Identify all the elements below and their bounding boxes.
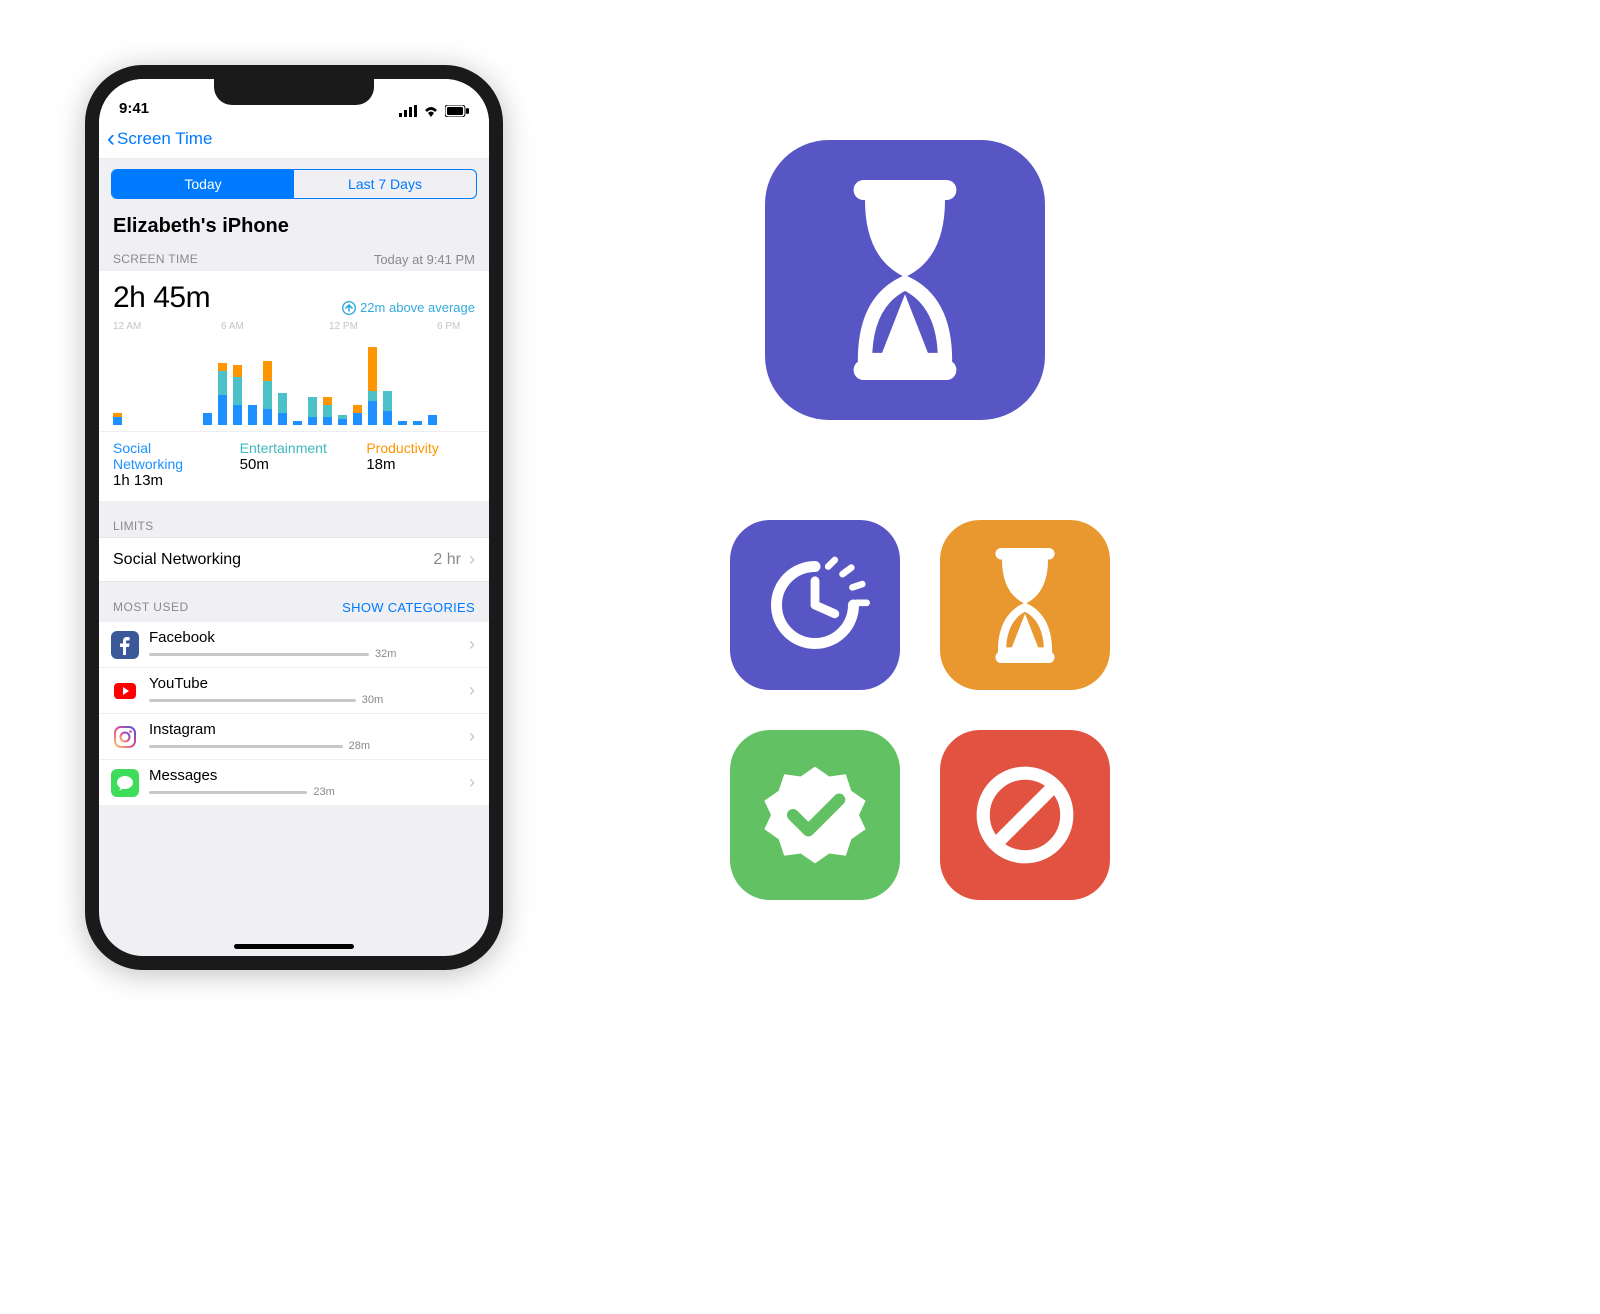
app-time: 23m xyxy=(313,786,334,798)
chart-bar xyxy=(383,391,392,425)
show-categories-button[interactable]: SHOW CATEGORIES xyxy=(342,600,475,615)
app-row[interactable]: YouTube 30m › xyxy=(99,667,489,713)
status-time: 9:41 xyxy=(119,100,149,117)
limit-row-social[interactable]: Social Networking 2 hr › xyxy=(99,537,489,582)
home-indicator[interactable] xyxy=(234,944,354,949)
chart-bar xyxy=(308,397,317,425)
chart-bar xyxy=(263,361,272,425)
total-time: 2h 45m xyxy=(113,281,210,315)
downtime-icon xyxy=(730,520,900,690)
app-usage-bar xyxy=(149,791,307,794)
app-name: YouTube xyxy=(149,675,459,692)
limits-header: LIMITS xyxy=(99,501,489,537)
chart-bar xyxy=(413,421,422,425)
chart-bar xyxy=(398,421,407,425)
app-name: Instagram xyxy=(149,721,459,738)
chart-bar xyxy=(278,393,287,425)
screen-time-header-row: SCREEN TIME Today at 9:41 PM xyxy=(99,246,489,271)
segmented-control: Today Last 7 Days xyxy=(111,169,477,199)
chart-bar xyxy=(113,413,122,425)
wifi-icon xyxy=(423,105,439,117)
chevron-right-icon: › xyxy=(469,634,475,655)
category-productivity: Productivity 18m xyxy=(366,440,475,489)
chevron-right-icon: › xyxy=(469,726,475,747)
chevron-left-icon: ‹ xyxy=(107,127,115,151)
notch xyxy=(214,79,374,105)
category-entertainment: Entertainment 50m xyxy=(240,440,349,489)
youtube-icon xyxy=(111,677,139,705)
app-time: 28m xyxy=(349,740,370,752)
battery-icon xyxy=(445,105,469,117)
app-row[interactable]: Instagram 28m › xyxy=(99,713,489,759)
category-social: Social Networking 1h 13m xyxy=(113,440,222,489)
hour-labels: 12 AM 6 AM 12 PM 6 PM xyxy=(99,319,489,332)
app-time: 32m xyxy=(375,648,396,660)
back-button[interactable]: ‹ Screen Time xyxy=(107,127,212,151)
most-used-header: MOST USED xyxy=(113,600,189,615)
limit-name: Social Networking xyxy=(113,551,241,569)
chart-bar xyxy=(218,363,227,425)
app-row[interactable]: Facebook 32m › xyxy=(99,621,489,667)
app-limits-icon xyxy=(940,520,1110,690)
device-title: Elizabeth's iPhone xyxy=(99,209,489,246)
chart-bar xyxy=(323,397,332,425)
most-used-list: Facebook32m›YouTube30m›Instagram28m›Mess… xyxy=(99,621,489,805)
app-row[interactable]: Messages 23m › xyxy=(99,759,489,805)
app-name: Messages xyxy=(149,767,459,784)
instagram-icon xyxy=(111,723,139,751)
screen-time-app-icon xyxy=(765,140,1045,420)
tab-last-7-days[interactable]: Last 7 Days xyxy=(294,170,476,198)
back-label: Screen Time xyxy=(117,129,212,149)
app-usage-bar xyxy=(149,745,343,748)
arrow-up-circle-icon xyxy=(342,301,356,315)
chart-bar xyxy=(368,347,377,425)
app-time: 30m xyxy=(362,694,383,706)
chart-bar xyxy=(203,413,212,425)
cellular-icon xyxy=(399,105,417,117)
chart-bar xyxy=(248,405,257,425)
chart-bar xyxy=(338,415,347,425)
chart-bar xyxy=(353,405,362,425)
iphone-frame: 9:41 ‹ Screen Time Today Last 7 Days Eli… xyxy=(85,65,503,970)
restrictions-icon xyxy=(940,730,1110,900)
chevron-right-icon: › xyxy=(469,772,475,793)
chevron-right-icon: › xyxy=(469,549,475,570)
screen-time-header: SCREEN TIME xyxy=(113,252,198,267)
delta-vs-average: 22m above average xyxy=(342,300,475,315)
app-name: Facebook xyxy=(149,629,459,646)
limit-value: 2 hr xyxy=(433,551,461,569)
messages-icon xyxy=(111,769,139,797)
chart-bar xyxy=(428,415,437,425)
chart-bar xyxy=(233,365,242,425)
category-totals: Social Networking 1h 13m Entertainment 5… xyxy=(99,432,489,501)
screen-time-card: 2h 45m 22m above average 12 AM 6 AM 12 P… xyxy=(99,271,489,501)
nav-bar: ‹ Screen Time xyxy=(99,119,489,159)
chevron-right-icon: › xyxy=(469,680,475,701)
hourglass-icon xyxy=(830,180,980,380)
chart-bar xyxy=(293,421,302,425)
screen-time-timestamp: Today at 9:41 PM xyxy=(374,252,475,267)
most-used-header-row: MOST USED SHOW CATEGORIES xyxy=(99,582,489,621)
app-usage-bar xyxy=(149,653,369,656)
app-usage-bar xyxy=(149,699,356,702)
always-allowed-icon xyxy=(730,730,900,900)
facebook-icon xyxy=(111,631,139,659)
usage-bar-chart xyxy=(99,332,489,432)
tab-today[interactable]: Today xyxy=(112,170,294,198)
